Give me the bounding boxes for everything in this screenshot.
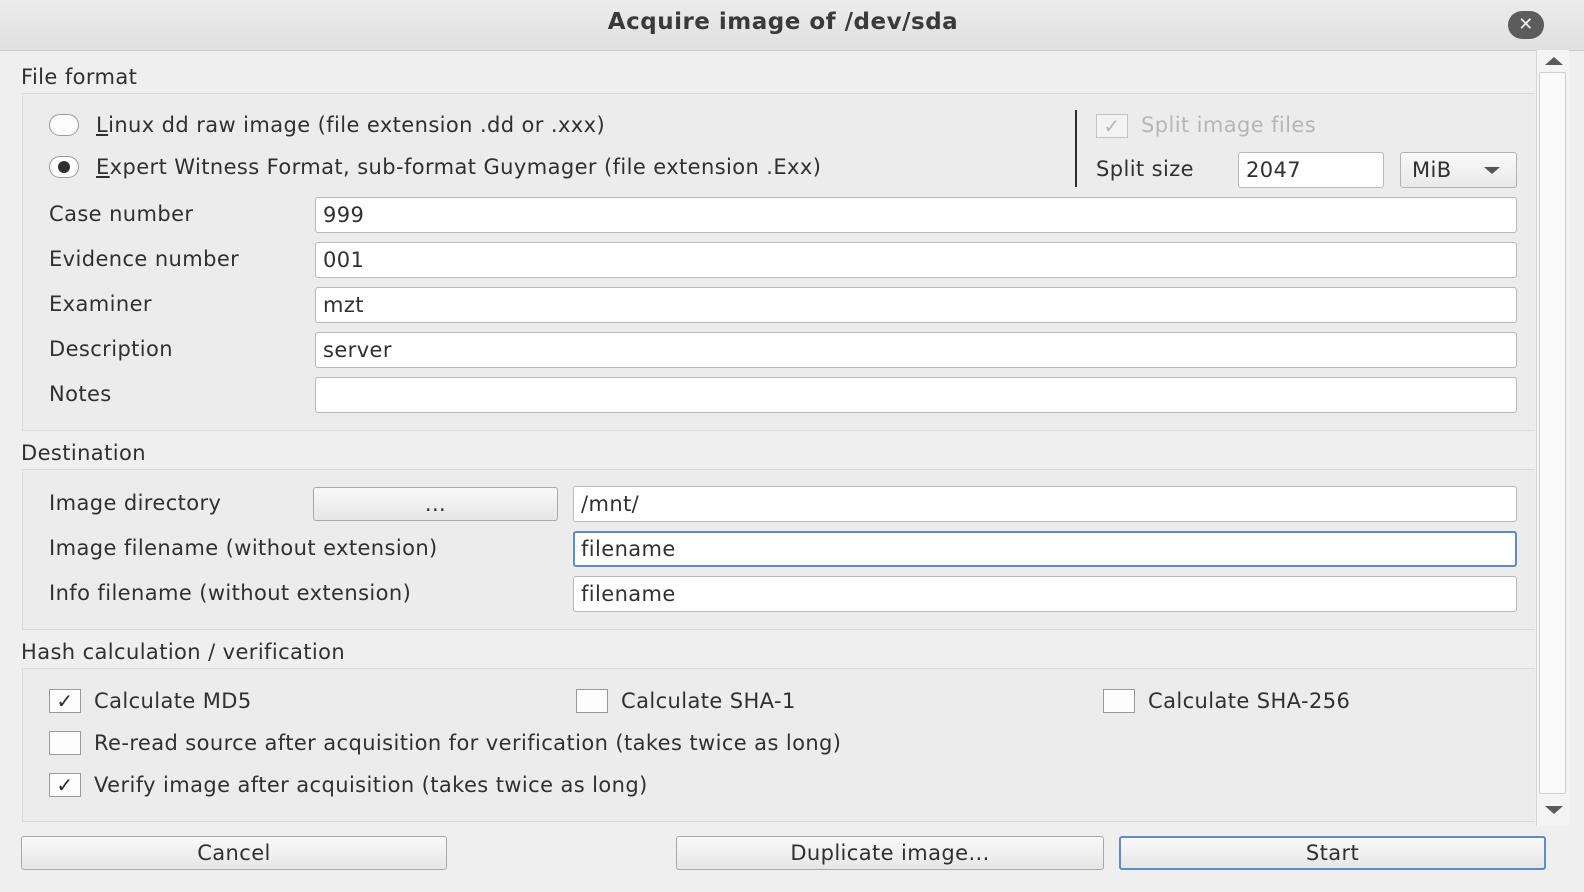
hash-section-label: Hash calculation / verification [21, 640, 346, 664]
radio-linux-dd-label[interactable]: Linux dd raw image (file extension .dd o… [96, 112, 605, 138]
destination-section-label: Destination [21, 441, 146, 465]
split-size-label: Split size [1096, 157, 1194, 181]
split-image-files-checkbox[interactable]: ✓ [1096, 114, 1128, 138]
split-unit-value: MiB [1412, 158, 1452, 182]
split-size-input[interactable]: 2047 [1238, 152, 1384, 188]
window-title: Acquire image of /dev/sda [607, 9, 959, 35]
examiner-label: Examiner [49, 292, 152, 316]
split-image-files-label: Split image files [1141, 113, 1317, 137]
description-label: Description [49, 337, 174, 361]
image-filename-label: Image filename (without extension) [49, 536, 438, 560]
sha256-checkbox[interactable] [1103, 689, 1135, 713]
browse-directory-button[interactable]: ... [313, 487, 558, 521]
radio-expert-witness[interactable] [49, 156, 79, 178]
start-button[interactable]: Start [1119, 836, 1546, 870]
case-number-input[interactable]: 999 [315, 197, 1517, 233]
case-number-label: Case number [49, 202, 194, 226]
image-filename-input[interactable]: filename [573, 531, 1517, 567]
reread-checkbox[interactable] [49, 731, 81, 755]
image-directory-input[interactable]: /mnt/ [573, 486, 1517, 522]
description-input[interactable]: server [315, 332, 1517, 368]
radio-linux-dd[interactable] [49, 114, 79, 136]
scroll-up-icon[interactable] [1545, 57, 1563, 65]
notes-input[interactable] [315, 377, 1517, 413]
file-format-section-label: File format [21, 65, 138, 89]
evidence-number-input[interactable]: 001 [315, 242, 1517, 278]
md5-checkbox[interactable]: ✓ [49, 689, 81, 713]
reread-label[interactable]: Re-read source after acquisition for ver… [94, 730, 841, 756]
sha1-checkbox[interactable] [576, 689, 608, 713]
cancel-button[interactable]: Cancel [21, 836, 447, 870]
chevron-down-icon [1484, 167, 1500, 174]
scroll-down-icon[interactable] [1545, 806, 1563, 814]
vertical-scrollbar[interactable] [1536, 50, 1569, 826]
vertical-separator [1075, 110, 1077, 187]
sha256-label[interactable]: Calculate SHA-256 [1148, 688, 1350, 714]
md5-label[interactable]: Calculate MD5 [94, 688, 252, 714]
close-icon[interactable]: ✕ [1508, 11, 1544, 39]
radio-selected-dot [58, 161, 70, 173]
radio-expert-witness-label[interactable]: Expert Witness Format, sub-format Guymag… [96, 154, 821, 180]
split-unit-select[interactable]: MiB [1400, 152, 1517, 188]
sha1-label[interactable]: Calculate SHA-1 [621, 688, 796, 714]
evidence-number-label: Evidence number [49, 247, 240, 271]
scroll-thumb[interactable] [1539, 72, 1566, 794]
title-bar: Acquire image of /dev/sda ✕ [0, 0, 1584, 51]
info-filename-label: Info filename (without extension) [49, 581, 412, 605]
verify-label[interactable]: Verify image after acquisition (takes tw… [94, 772, 648, 798]
image-directory-label: Image directory [49, 491, 222, 515]
notes-label: Notes [49, 382, 112, 406]
examiner-input[interactable]: mzt [315, 287, 1517, 323]
duplicate-image-button[interactable]: Duplicate image... [676, 836, 1104, 870]
info-filename-input[interactable]: filename [573, 576, 1517, 612]
verify-checkbox[interactable]: ✓ [49, 773, 81, 797]
